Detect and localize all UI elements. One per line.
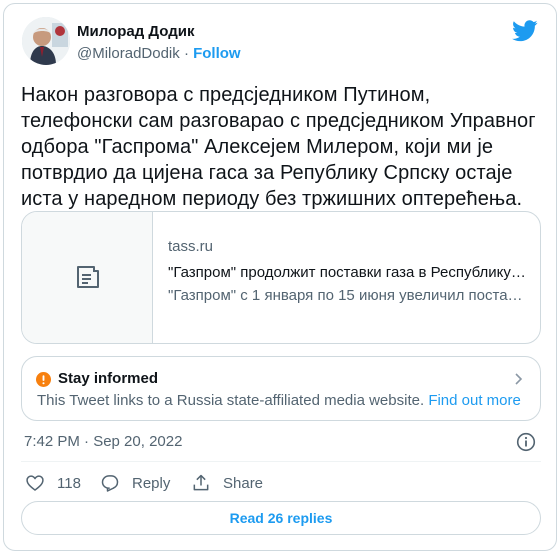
avatar-image [22,17,70,65]
link-card-domain: tass.ru [168,238,214,255]
notice-title: Stay informed [58,370,159,387]
tweet-actions: 118 Reply Share [21,469,541,497]
avatar[interactable] [22,17,70,65]
stay-informed-notice[interactable]: Stay informed This Tweet links to a Russ… [21,356,541,421]
tweet-card: Милорад Додик @MiloradDodik · Follow Нак… [3,3,557,551]
divider [21,461,541,462]
like-button[interactable]: 118 [25,469,81,497]
share-button[interactable]: Share [191,469,263,497]
find-out-more-link[interactable]: Find out more [428,392,521,409]
share-label: Share [223,474,264,492]
read-replies-button[interactable]: Read 26 replies [21,501,541,535]
link-card-body: tass.ru "Газпром" продолжит поставки газ… [168,237,530,306]
author-handle[interactable]: @MiloradDodik [77,45,180,62]
like-count: 118 [57,474,81,492]
follow-button[interactable]: Follow [193,45,241,62]
tweet-timestamp[interactable]: 7:42 PM · Sep 20, 2022 [24,432,182,452]
link-card-description: "Газпром" с 1 января по 15 июня увеличил… [168,287,530,304]
info-icon[interactable] [516,432,536,452]
reply-button[interactable]: Reply [100,469,170,497]
author-name[interactable]: Милорад Додик [77,22,195,42]
warning-icon [36,372,51,387]
reply-label: Reply [132,474,171,492]
handle-separator: · [183,45,189,62]
reply-bubble-icon [101,475,119,492]
tweet-text: Након разговора с предсједником Путином,… [21,84,536,210]
twitter-logo-icon[interactable] [512,20,538,42]
heart-icon [26,475,44,491]
chevron-right-icon[interactable] [511,371,525,387]
link-card-thumbnail [22,212,153,343]
author-handle-row: @MiloradDodik · Follow [77,44,241,64]
share-icon [193,474,209,491]
notice-message: This Tweet links to a Russia state-affil… [37,392,425,409]
link-card-title: "Газпром" продолжит поставки газа в Респ… [168,264,530,281]
document-icon [77,266,99,288]
notice-text: This Tweet links to a Russia state-affil… [37,391,521,411]
link-preview-card[interactable]: tass.ru "Газпром" продолжит поставки газ… [21,211,541,344]
